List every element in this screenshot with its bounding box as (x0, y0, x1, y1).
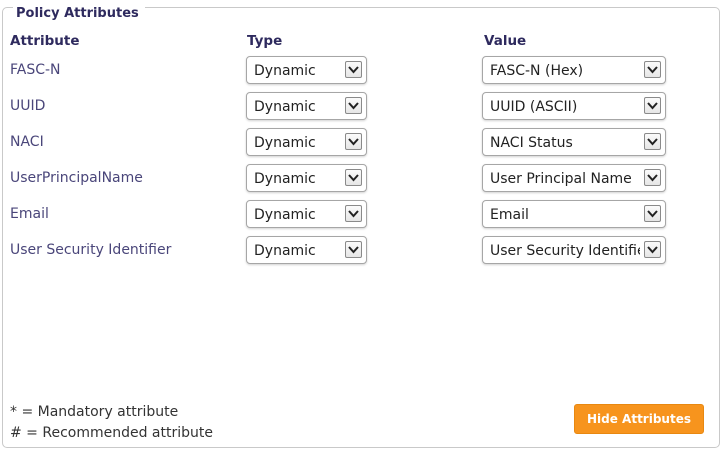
value-select-email[interactable]: Email (482, 200, 666, 228)
attribute-row-user-security-identifier: User Security Identifier Dynamic User Se… (0, 236, 724, 266)
panel-legend: Policy Attributes (13, 7, 145, 21)
type-select-value: Dynamic (254, 63, 316, 79)
type-select-value: Dynamic (254, 135, 316, 151)
type-select-value: Dynamic (254, 243, 316, 259)
attribute-label: NACI (10, 134, 44, 150)
type-select-fasc-n[interactable]: Dynamic (246, 56, 367, 84)
chevron-down-icon[interactable] (345, 61, 362, 78)
type-select-uuid[interactable]: Dynamic (246, 92, 367, 120)
type-select-email[interactable]: Dynamic (246, 200, 367, 228)
chevron-down-icon[interactable] (644, 205, 661, 222)
attribute-label: UUID (10, 98, 46, 114)
value-select-user-security-identifier[interactable]: User Security Identifier (482, 236, 666, 264)
header-attribute: Attribute (10, 33, 80, 49)
value-select-value: Email (490, 207, 529, 223)
chevron-down-icon[interactable] (345, 241, 362, 258)
hide-attributes-button[interactable]: Hide Attributes (574, 404, 704, 434)
chevron-down-icon[interactable] (345, 205, 362, 222)
type-select-value: Dynamic (254, 171, 316, 187)
attribute-label: User Security Identifier (10, 242, 172, 258)
value-select-user-principal-name[interactable]: User Principal Name (482, 164, 666, 192)
attribute-row-naci: NACI Dynamic NACI Status (0, 128, 724, 158)
attribute-row-fasc-n: FASC-N Dynamic FASC-N (Hex) (0, 56, 724, 86)
type-select-value: Dynamic (254, 207, 316, 223)
value-select-uuid[interactable]: UUID (ASCII) (482, 92, 666, 120)
type-select-naci[interactable]: Dynamic (246, 128, 367, 156)
chevron-down-icon[interactable] (644, 241, 661, 258)
value-select-naci[interactable]: NACI Status (482, 128, 666, 156)
value-select-fasc-n[interactable]: FASC-N (Hex) (482, 56, 666, 84)
header-value: Value (484, 33, 527, 49)
value-select-value: FASC-N (Hex) (490, 63, 584, 79)
chevron-down-icon[interactable] (345, 169, 362, 186)
type-select-user-principal-name[interactable]: Dynamic (246, 164, 367, 192)
type-select-user-security-identifier[interactable]: Dynamic (246, 236, 367, 264)
value-select-value: NACI Status (490, 135, 573, 151)
attribute-row-user-principal-name: UserPrincipalName Dynamic User Principal… (0, 164, 724, 194)
type-select-value: Dynamic (254, 99, 316, 115)
chevron-down-icon[interactable] (345, 133, 362, 150)
attribute-label: UserPrincipalName (10, 170, 143, 186)
chevron-down-icon[interactable] (644, 61, 661, 78)
header-type: Type (247, 33, 283, 49)
chevron-down-icon[interactable] (644, 133, 661, 150)
value-select-value: User Principal Name (490, 171, 632, 187)
value-select-value: UUID (ASCII) (490, 99, 578, 115)
attribute-row-uuid: UUID Dynamic UUID (ASCII) (0, 92, 724, 122)
mandatory-attribute-note: * = Mandatory attribute (10, 404, 179, 420)
chevron-down-icon[interactable] (644, 97, 661, 114)
chevron-down-icon[interactable] (345, 97, 362, 114)
attribute-label: Email (10, 206, 49, 222)
recommended-attribute-note: # = Recommended attribute (10, 425, 213, 441)
attribute-row-email: Email Dynamic Email (0, 200, 724, 230)
attribute-label: FASC-N (10, 62, 61, 78)
chevron-down-icon[interactable] (644, 169, 661, 186)
value-select-value: User Security Identifier (490, 243, 640, 259)
